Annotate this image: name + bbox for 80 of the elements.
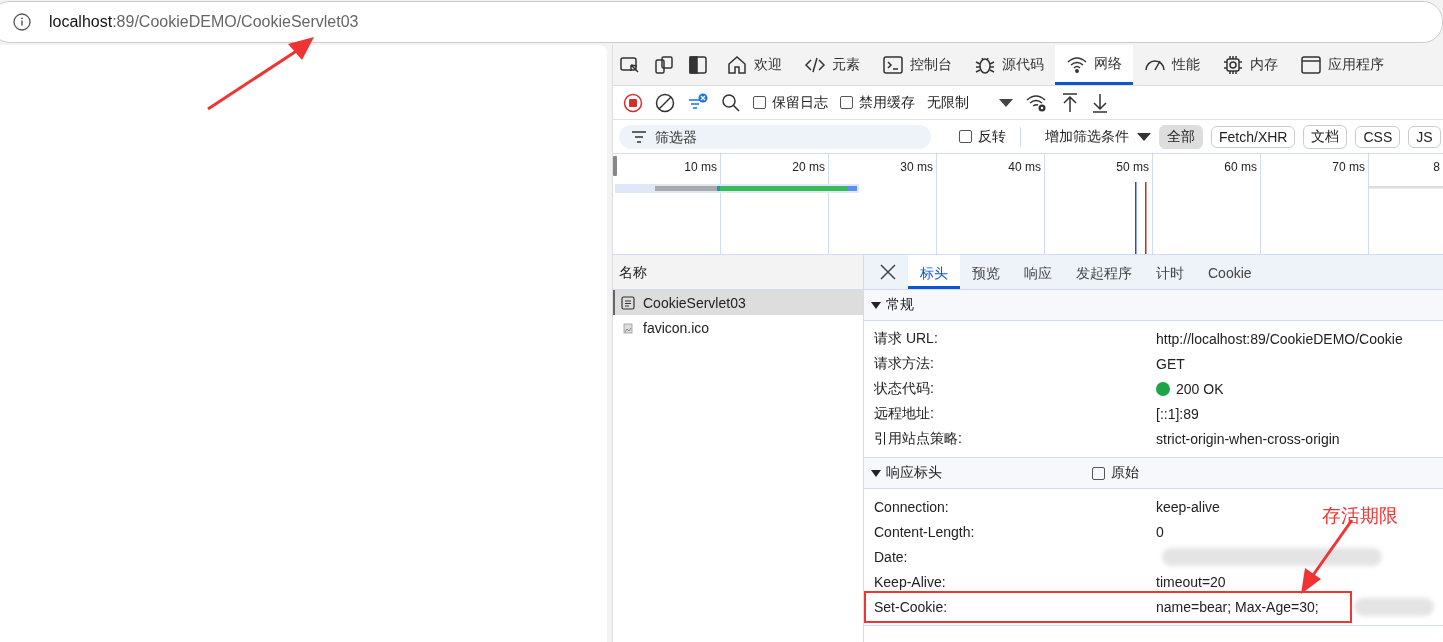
header-name: 远程地址: [874, 404, 935, 423]
header-value: name=bear; Max-Age=30; [1156, 598, 1319, 615]
section-header[interactable]: 响应标头 [886, 464, 1092, 482]
header-name: Keep-Alive: [874, 573, 947, 590]
details-tab[interactable]: 标头 [908, 255, 960, 289]
details-tab[interactable]: 计时 [1144, 255, 1196, 289]
details-tab[interactable]: 预览 [960, 255, 1012, 289]
devtools-tab[interactable]: 性能 [1133, 45, 1211, 85]
dropdown-icon[interactable] [999, 97, 1013, 108]
time-tick-label: 50 ms [1116, 160, 1149, 174]
devtools-tab[interactable]: 欢迎 [715, 45, 793, 85]
collapse-icon[interactable] [870, 299, 882, 311]
type-filter-button[interactable]: Fetch/XHR [1211, 125, 1296, 148]
column-header: 名称 [613, 255, 863, 290]
devtools-tab[interactable]: 网络 [1055, 45, 1133, 85]
chip-icon [1222, 54, 1244, 76]
time-tick-label: 40 ms [1008, 160, 1041, 174]
time-tick-label: 20 ms [792, 160, 825, 174]
header-value: strict-origin-when-cross-origin [1156, 430, 1340, 447]
header-value: keep-alive [1156, 498, 1220, 515]
devtools-tab[interactable]: 控制台 [871, 45, 963, 85]
header-value: 0 [1156, 523, 1164, 540]
header-name: 状态代码: [874, 379, 935, 398]
type-filter-button[interactable]: CSS [1355, 125, 1401, 148]
header-name: Set-Cookie: [874, 598, 949, 615]
time-tick-label: 30 ms [900, 160, 933, 174]
header-value: GET [1156, 355, 1185, 372]
header-value: [::1]:89 [1156, 405, 1199, 422]
close-icon[interactable] [878, 262, 898, 282]
header-name: Connection: [874, 498, 950, 515]
console-icon [882, 54, 904, 76]
time-tick-label: 8 [1433, 160, 1440, 174]
address-bar[interactable]: localhost:89/CookieDEMO/CookieServlet03 [0, 1, 1443, 43]
details-tab[interactable]: Cookie [1196, 255, 1264, 289]
more-filters-dropdown[interactable]: 增加筛选条件 [1045, 127, 1129, 146]
window-icon [1300, 54, 1322, 76]
document-icon [621, 295, 635, 310]
info-icon[interactable] [13, 13, 31, 31]
request-row[interactable]: favicon.ico [613, 315, 863, 340]
devtools-tab[interactable]: 内存 [1211, 45, 1289, 85]
upload-icon[interactable] [1061, 91, 1079, 114]
filter-field[interactable]: 筛选器 [619, 124, 931, 149]
panel-icon[interactable] [687, 54, 709, 76]
request-row[interactable]: CookieServlet03 [613, 290, 863, 315]
details-tab[interactable]: 响应 [1012, 255, 1064, 289]
time-tick-label: 70 ms [1332, 160, 1365, 174]
throttling-dropdown[interactable]: 无限制 [927, 93, 969, 112]
download-icon[interactable] [1091, 91, 1109, 114]
invert-checkbox[interactable]: 反转 [959, 127, 1006, 146]
clear-icon[interactable] [655, 92, 675, 113]
header-name: 请求方法: [874, 354, 935, 373]
type-filter-button[interactable]: 全部 [1159, 124, 1203, 149]
devtools-tab[interactable]: 元素 [793, 45, 871, 85]
filter-icon [631, 129, 647, 144]
collapse-icon[interactable] [870, 467, 882, 479]
annotation-label: 存活期限 [1322, 504, 1398, 528]
devtools-tab[interactable]: 源代码 [963, 45, 1055, 85]
header-name: 引用站点策略: [874, 429, 963, 448]
image-icon [621, 320, 635, 335]
home-icon [726, 54, 748, 76]
type-filter-button[interactable]: JS [1408, 125, 1441, 148]
dropdown-icon[interactable] [1137, 131, 1151, 142]
preserve-log-checkbox[interactable]: 保留日志 [753, 93, 828, 112]
details-tab[interactable]: 发起程序 [1064, 255, 1144, 289]
disable-cache-checkbox[interactable]: 禁用缓存 [840, 93, 915, 112]
header-value: timeout=20 [1156, 573, 1226, 590]
time-tick-label: 60 ms [1224, 160, 1257, 174]
header-name: Date: [874, 548, 909, 565]
record-icon[interactable] [623, 92, 643, 113]
header-name: Content-Length: [874, 523, 976, 540]
raw-checkbox[interactable]: 原始 [1092, 464, 1139, 482]
type-filter-button[interactable]: 文档 [1303, 124, 1348, 149]
device-icon[interactable] [653, 54, 675, 76]
url-text: localhost:89/CookieDEMO/CookieServlet03 [49, 13, 359, 31]
devtools-tab[interactable]: 应用程序 [1289, 45, 1395, 85]
search-icon[interactable] [721, 92, 741, 113]
time-tick-label: 10 ms [684, 160, 717, 174]
header-name: 请求 URL: [874, 329, 939, 348]
header-value: http://localhost:89/CookieDEMO/Cookie [1156, 330, 1403, 347]
header-value: 200 OK [1176, 380, 1224, 397]
